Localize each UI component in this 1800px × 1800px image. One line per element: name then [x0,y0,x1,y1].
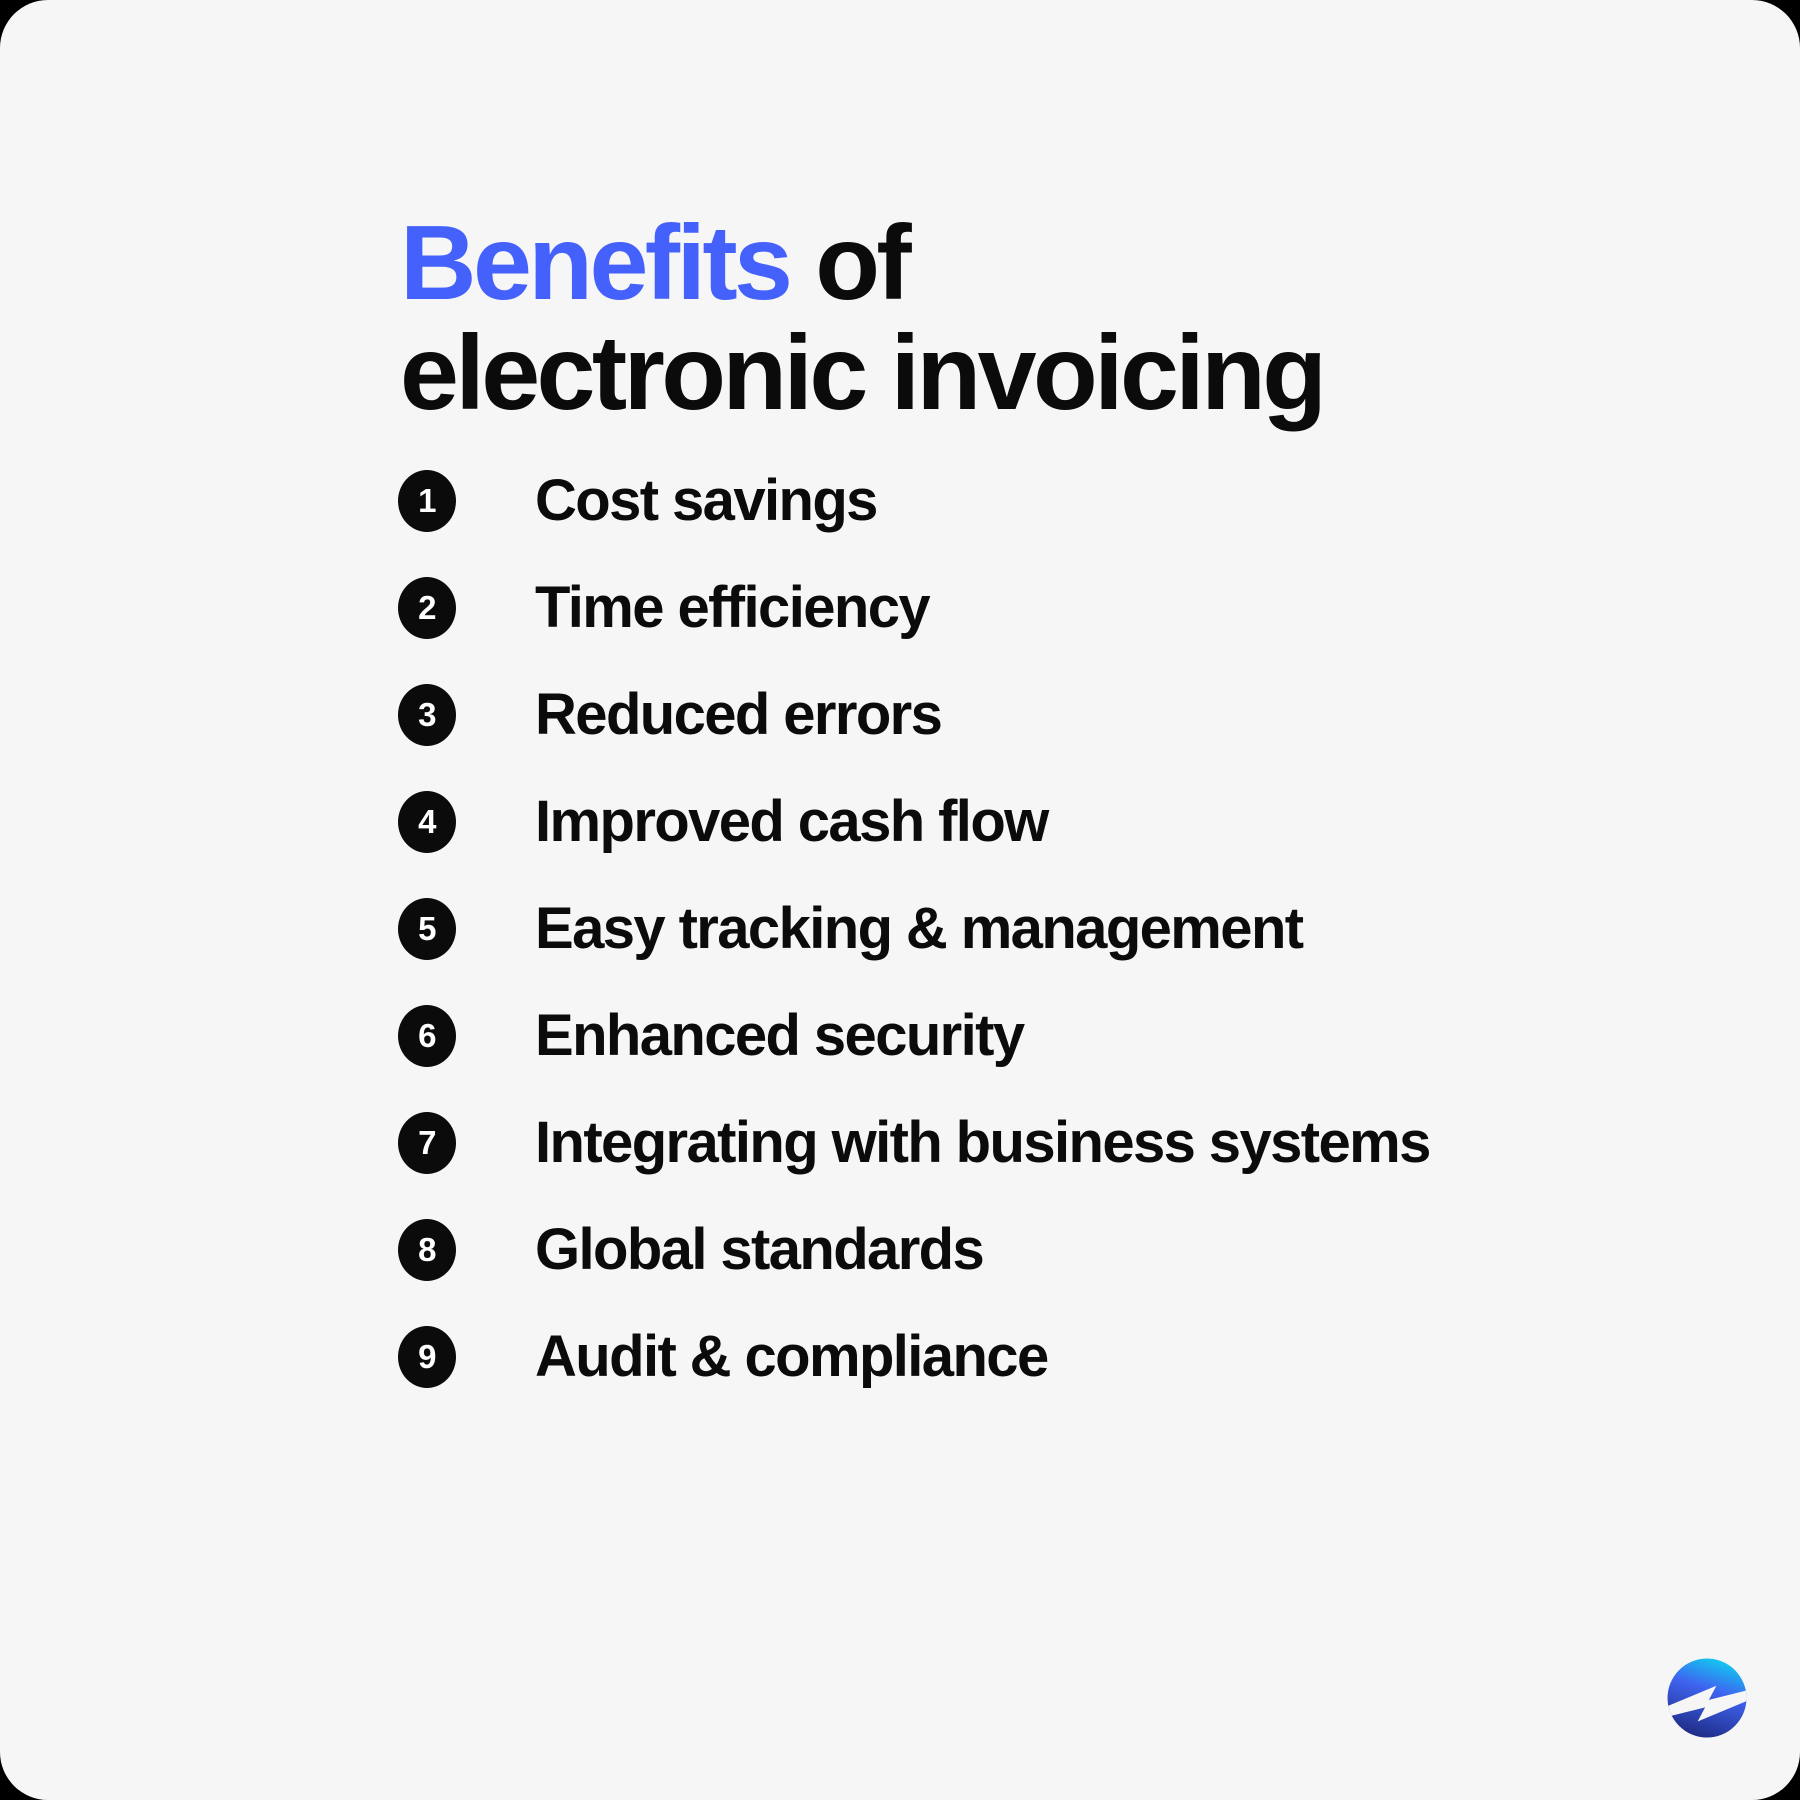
list-item: 3 Reduced errors [398,661,1698,768]
list-item: 9 Audit & compliance [398,1303,1698,1410]
title-accent-word: Benefits [400,204,793,322]
number-badge: 8 [398,1218,456,1281]
number-badge: 6 [398,1004,456,1067]
number-badge: 9 [398,1325,456,1388]
list-item: 8 Global standards [398,1196,1698,1303]
title-line-2: electronic invoicing [400,314,1327,432]
title-line-1: Benefits of [400,208,1600,318]
lightning-bolt-circle-logo-icon [1660,1648,1754,1748]
number-badge: 2 [398,576,456,639]
list-item-label: Audit & compliance [535,1323,1049,1389]
list-item: 7 Integrating with business systems [398,1089,1698,1196]
list-item-label: Easy tracking & management [535,895,1304,961]
list-item: 4 Improved cash flow [398,768,1698,875]
list-item-label: Enhanced security [535,1002,1025,1068]
list-item: 6 Enhanced security [398,982,1698,1089]
list-item-label: Time efficiency [535,574,931,640]
content-card: Benefits of electronic invoicing 1 Cost … [0,0,1800,1800]
list-item-label: Improved cash flow [535,788,1049,854]
list-item-label: Integrating with business systems [535,1109,1431,1175]
list-item-label: Global standards [535,1216,985,1282]
number-badge: 5 [398,897,456,960]
list-item-label: Reduced errors [535,681,943,747]
benefits-list: 1 Cost savings 2 Time efficiency 3 Reduc… [398,447,1698,1410]
title-line-1-rest: of [789,204,911,322]
number-badge: 4 [398,790,456,853]
list-item: 5 Easy tracking & management [398,875,1698,982]
list-item: 2 Time efficiency [398,554,1698,661]
list-item-label: Cost savings [535,467,878,533]
number-badge: 3 [398,683,456,746]
number-badge: 7 [398,1111,456,1174]
number-badge: 1 [398,469,456,532]
list-item: 1 Cost savings [398,447,1698,554]
page-title: Benefits of electronic invoicing [400,208,1600,428]
